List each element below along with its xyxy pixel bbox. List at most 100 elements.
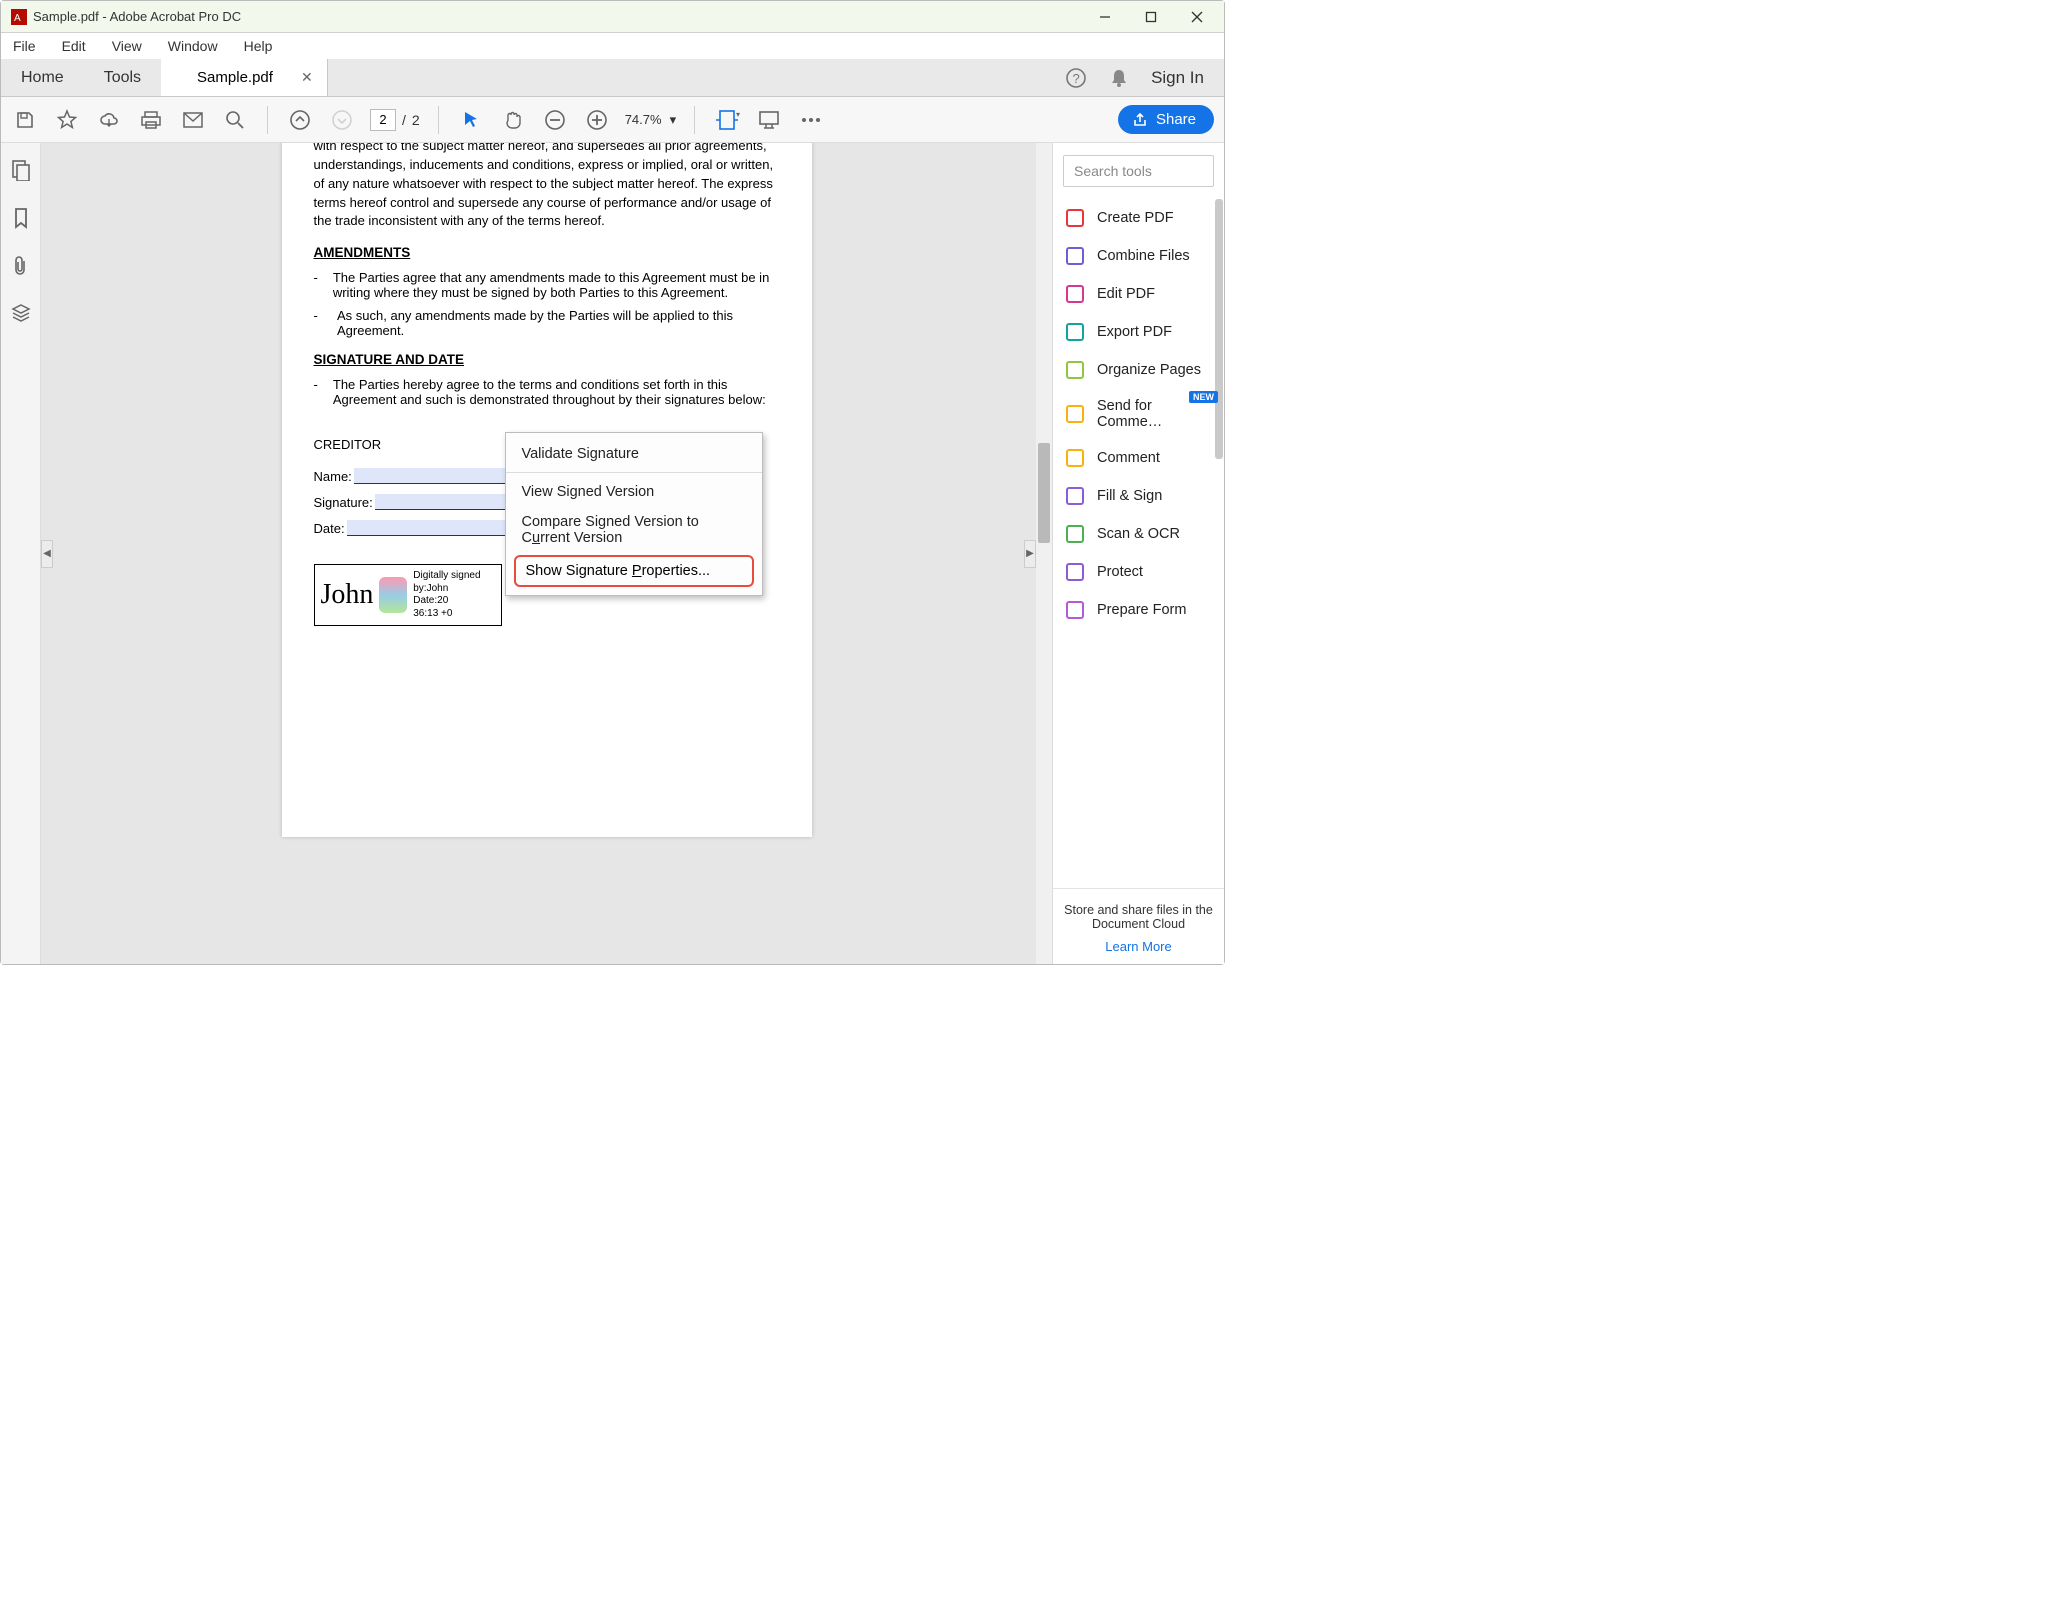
attachments-icon[interactable] xyxy=(12,255,30,277)
menu-compare-signed-version[interactable]: Compare Signed Version to Current Versio… xyxy=(506,507,762,553)
menu-validate-signature[interactable]: Validate Signature xyxy=(506,439,762,473)
minimize-button[interactable] xyxy=(1082,1,1128,33)
star-icon[interactable] xyxy=(53,106,81,134)
search-tools-input[interactable]: Search tools xyxy=(1063,155,1214,187)
learn-more-link[interactable]: Learn More xyxy=(1063,939,1214,954)
tool-item-prepare-form[interactable]: Prepare Form xyxy=(1053,591,1224,629)
menu-view-signed-version[interactable]: View Signed Version xyxy=(506,477,762,507)
tool-icon xyxy=(1065,486,1085,506)
tool-item-fill-sign[interactable]: Fill & Sign xyxy=(1053,477,1224,515)
document-scrollbar[interactable] xyxy=(1036,143,1052,964)
title-bar: A Sample.pdf - Adobe Acrobat Pro DC xyxy=(1,1,1224,33)
more-tools-icon[interactable] xyxy=(797,106,825,134)
collapse-left-icon[interactable]: ◀ xyxy=(41,540,53,568)
layers-icon[interactable] xyxy=(10,303,32,323)
signature-meta: Digitally signed by:John Date:20 36:13 +… xyxy=(413,570,494,620)
tool-label: Fill & Sign xyxy=(1097,488,1162,504)
menu-help[interactable]: Help xyxy=(240,36,277,56)
cloud-icon[interactable] xyxy=(95,106,123,134)
pdf-page: with respect to the subject matter hereo… xyxy=(282,143,812,837)
close-window-button[interactable] xyxy=(1174,1,1220,33)
svg-text:?: ? xyxy=(1073,71,1080,86)
menu-window[interactable]: Window xyxy=(164,36,222,56)
document-tab[interactable]: Sample.pdf ✕ xyxy=(161,59,328,96)
zoom-value: 74.7% xyxy=(625,112,662,127)
tool-item-send-for-comme-[interactable]: Send for Comme…NEW xyxy=(1053,389,1224,439)
sig-bullet-1: The Parties hereby agree to the terms an… xyxy=(333,377,780,407)
close-tab-icon[interactable]: ✕ xyxy=(301,69,313,86)
new-badge: NEW xyxy=(1189,391,1218,403)
tools-panel: Search tools Create PDF Combine Files Edit… xyxy=(1052,143,1224,964)
menu-file[interactable]: File xyxy=(9,36,40,56)
zoom-level[interactable]: 74.7% ▾ xyxy=(625,112,676,128)
help-icon[interactable]: ? xyxy=(1065,67,1087,89)
mail-icon[interactable] xyxy=(179,106,207,134)
zoom-in-icon[interactable] xyxy=(583,106,611,134)
signature-badge-icon xyxy=(379,577,407,613)
fit-width-icon[interactable]: ▾ xyxy=(713,106,741,134)
hand-tool-icon[interactable] xyxy=(499,106,527,134)
tool-icon xyxy=(1065,284,1085,304)
read-mode-icon[interactable] xyxy=(755,106,783,134)
thumbnails-icon[interactable] xyxy=(11,159,31,181)
tool-label: Export PDF xyxy=(1097,324,1172,340)
print-icon[interactable] xyxy=(137,106,165,134)
tool-icon xyxy=(1065,360,1085,380)
page-input[interactable] xyxy=(370,109,396,131)
bookmarks-icon[interactable] xyxy=(12,207,30,229)
tool-item-comment[interactable]: Comment xyxy=(1053,439,1224,477)
tool-icon xyxy=(1065,404,1085,424)
share-button[interactable]: Share xyxy=(1118,105,1214,134)
maximize-button[interactable] xyxy=(1128,1,1174,33)
tool-label: Create PDF xyxy=(1097,210,1174,226)
menu-bar: File Edit View Window Help xyxy=(1,33,1224,59)
chevron-down-icon: ▾ xyxy=(670,112,677,128)
collapse-right-icon[interactable]: ▶ xyxy=(1024,540,1036,568)
tool-item-edit-pdf[interactable]: Edit PDF xyxy=(1053,275,1224,313)
document-area: ◀ ▶ with respect to the subject matter h… xyxy=(41,143,1052,964)
tab-tools[interactable]: Tools xyxy=(84,59,161,96)
select-tool-icon[interactable] xyxy=(457,106,485,134)
intro-text: with respect to the subject matter hereo… xyxy=(314,143,780,231)
menu-view[interactable]: View xyxy=(108,36,146,56)
page-sep: / xyxy=(402,112,406,128)
tool-item-organize-pages[interactable]: Organize Pages xyxy=(1053,351,1224,389)
window-title: Sample.pdf - Adobe Acrobat Pro DC xyxy=(33,9,1082,24)
amend-bullet-2: As such, any amendments made by the Part… xyxy=(337,308,780,338)
tool-item-export-pdf[interactable]: Export PDF xyxy=(1053,313,1224,351)
tab-home[interactable]: Home xyxy=(1,59,84,96)
tool-item-combine-files[interactable]: Combine Files xyxy=(1053,237,1224,275)
tool-icon xyxy=(1065,208,1085,228)
zoom-out-icon[interactable] xyxy=(541,106,569,134)
tool-item-create-pdf[interactable]: Create PDF xyxy=(1053,199,1224,237)
tool-icon xyxy=(1065,448,1085,468)
save-icon[interactable] xyxy=(11,106,39,134)
svg-text:A: A xyxy=(14,13,21,24)
page-up-icon[interactable] xyxy=(286,106,314,134)
tool-item-scan-ocr[interactable]: Scan & OCR xyxy=(1053,515,1224,553)
tool-label: Prepare Form xyxy=(1097,602,1186,618)
share-icon xyxy=(1132,112,1148,128)
share-label: Share xyxy=(1156,111,1196,128)
search-tools-placeholder: Search tools xyxy=(1074,163,1152,179)
creditor-date-field[interactable] xyxy=(347,520,514,536)
menu-edit[interactable]: Edit xyxy=(58,36,90,56)
menu-show-signature-properties[interactable]: Show Signature Properties... xyxy=(514,555,754,587)
creditor-signature-field[interactable] xyxy=(375,494,514,510)
bell-icon[interactable] xyxy=(1109,67,1129,89)
app-icon: A xyxy=(11,9,27,25)
tool-label: Comment xyxy=(1097,450,1160,466)
signature-name: John xyxy=(321,579,374,611)
find-icon[interactable] xyxy=(221,106,249,134)
left-nav-bar xyxy=(1,143,41,964)
sign-in-link[interactable]: Sign In xyxy=(1151,68,1204,88)
digital-signature-box[interactable]: John Digitally signed by:John Date:20 36… xyxy=(314,564,502,626)
page-down-icon[interactable] xyxy=(328,106,356,134)
tool-item-protect[interactable]: Protect xyxy=(1053,553,1224,591)
tool-label: Protect xyxy=(1097,564,1143,580)
creditor-name-field[interactable] xyxy=(354,468,514,484)
cloud-promo: Store and share files in the Document Cl… xyxy=(1053,888,1224,964)
toolbar: / 2 74.7% ▾ ▾ Share xyxy=(1,97,1224,143)
tool-label: Combine Files xyxy=(1097,248,1190,264)
document-tab-label: Sample.pdf xyxy=(197,69,273,86)
